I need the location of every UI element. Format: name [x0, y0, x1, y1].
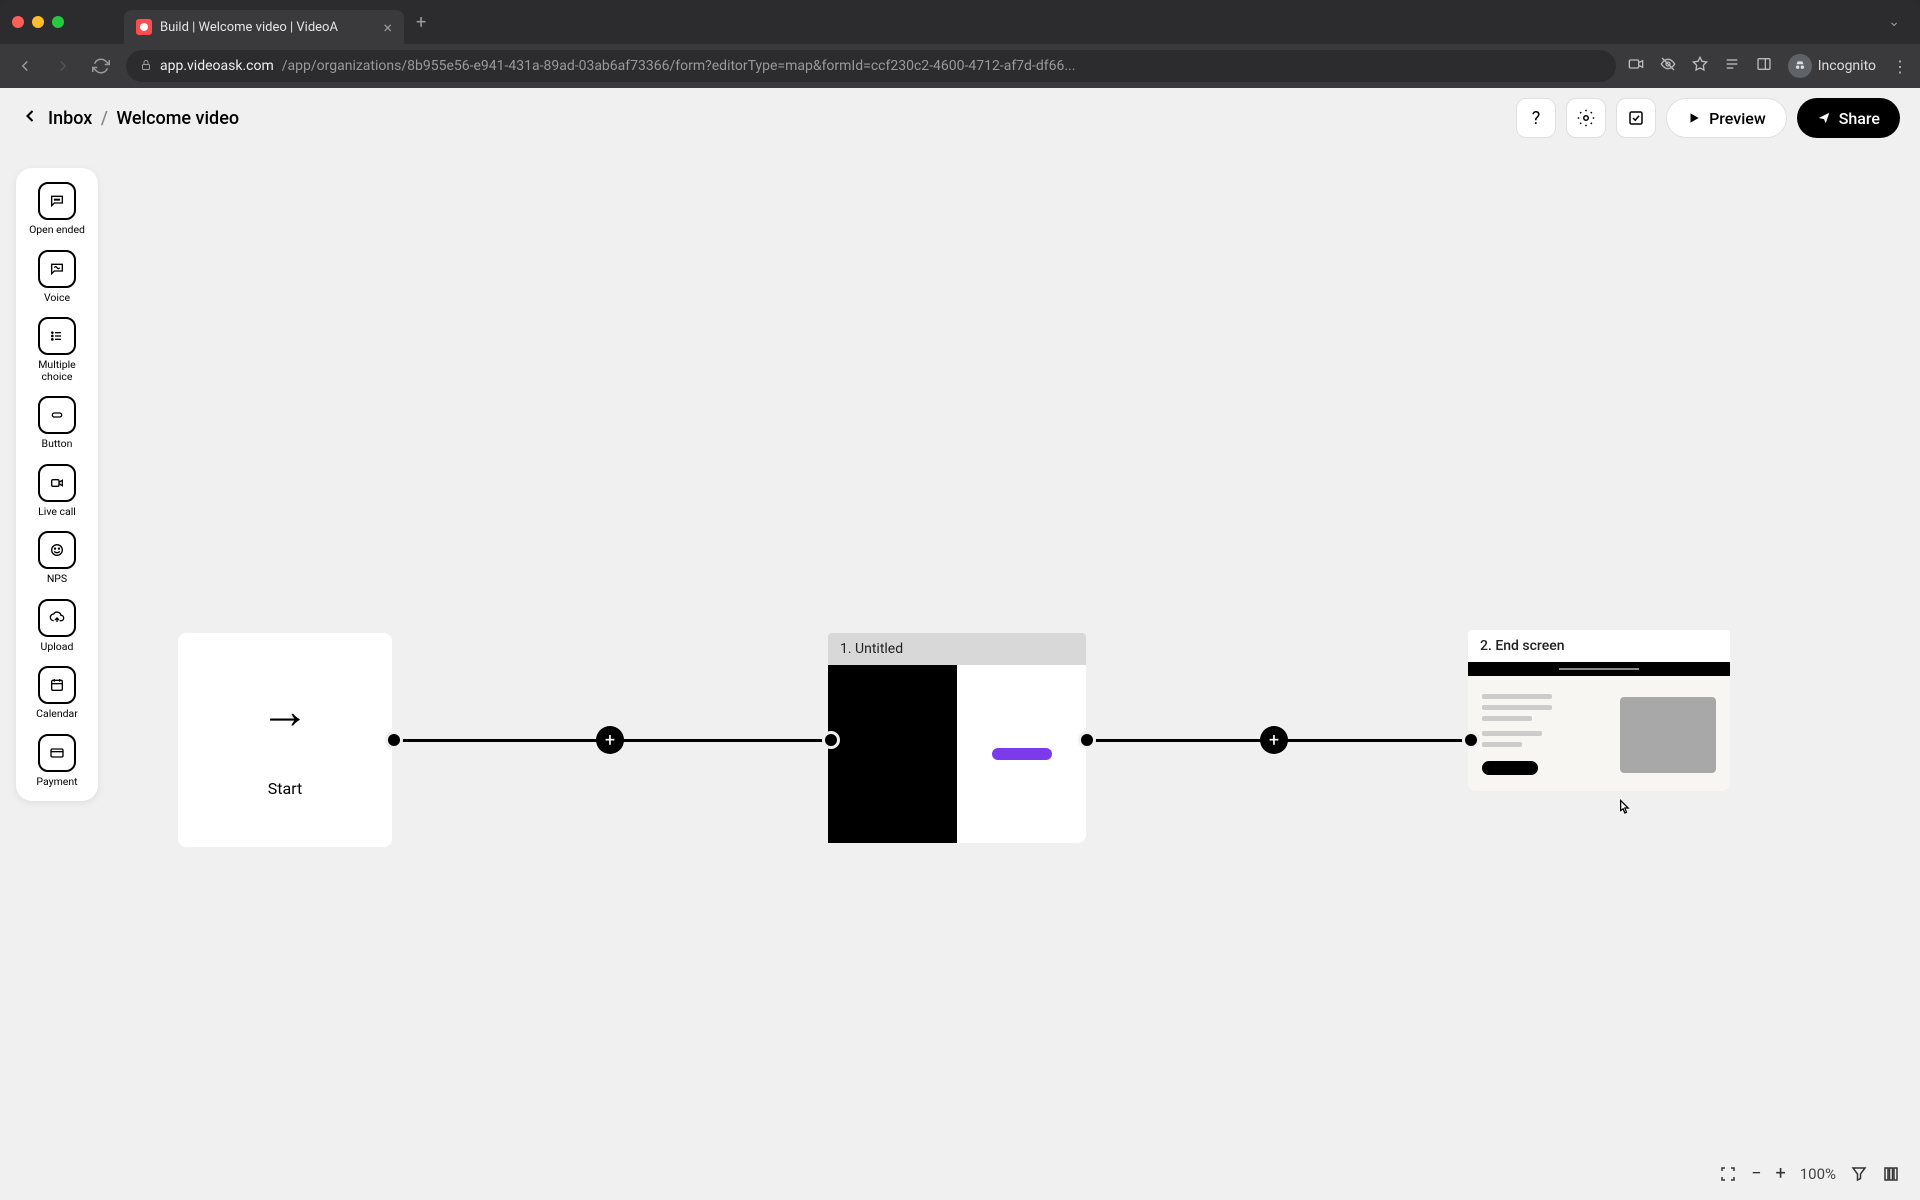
output-port[interactable]: [1078, 731, 1096, 749]
input-port[interactable]: [822, 731, 840, 749]
cursor-pointer-icon: [1614, 798, 1634, 823]
eye-off-icon[interactable]: [1660, 56, 1676, 76]
add-step-button[interactable]: +: [596, 726, 624, 754]
app-viewport: Inbox / Welcome video ? Preview Share: [0, 88, 1920, 1200]
button-preview: [992, 748, 1052, 760]
address-bar[interactable]: app.videoask.com/app/organizations/8b955…: [126, 50, 1616, 82]
browser-toolbar: app.videoask.com/app/organizations/8b955…: [0, 44, 1920, 88]
filter-button[interactable]: [1850, 1165, 1868, 1183]
window-controls: [12, 16, 64, 28]
browser-tab[interactable]: Build | Welcome video | VideoA ×: [124, 10, 404, 44]
end-image-placeholder: [1620, 697, 1716, 773]
zoom-out-button[interactable]: −: [1751, 1163, 1761, 1184]
fit-view-button[interactable]: [1719, 1165, 1737, 1183]
maximize-window-button[interactable]: [52, 16, 64, 28]
minimize-window-button[interactable]: [32, 16, 44, 28]
toolbar-actions: Incognito ⋮: [1628, 54, 1908, 78]
tab-strip: Build | Welcome video | VideoA × +: [124, 0, 426, 44]
arrow-right-icon: →: [260, 682, 310, 741]
reload-button[interactable]: [88, 53, 114, 79]
cta-preview: [1482, 761, 1538, 775]
video-thumbnail: [828, 665, 957, 843]
tab-list-dropdown[interactable]: ⌄: [1880, 14, 1908, 30]
back-button[interactable]: [12, 53, 38, 79]
add-step-button[interactable]: +: [1260, 726, 1288, 754]
lock-icon: [140, 59, 152, 74]
end-screen-node[interactable]: 2. End screen: [1468, 630, 1730, 791]
end-text-placeholder: [1482, 694, 1606, 775]
camera-icon[interactable]: [1628, 56, 1644, 76]
browser-tab-bar: Build | Welcome video | VideoA × + ⌄: [0, 0, 1920, 44]
flow-canvas[interactable]: + + → Start 1. Untitled 2. End screen: [0, 88, 1920, 1200]
zoom-level: 100%: [1800, 1165, 1836, 1183]
zoom-controls: − + 100%: [1719, 1163, 1900, 1184]
bookmark-star-icon[interactable]: [1692, 56, 1708, 76]
tab-title: Build | Welcome video | VideoA: [160, 20, 338, 35]
step-title: 1. Untitled: [828, 633, 1086, 665]
step-title: 2. End screen: [1468, 630, 1730, 662]
answer-preview: [957, 665, 1086, 843]
incognito-label: Incognito: [1818, 58, 1876, 74]
layout-button[interactable]: [1882, 1165, 1900, 1183]
end-topbar: [1468, 662, 1730, 676]
incognito-indicator[interactable]: Incognito: [1788, 54, 1876, 78]
step-node-1[interactable]: 1. Untitled: [828, 633, 1086, 843]
close-window-button[interactable]: [12, 16, 24, 28]
incognito-icon: [1788, 54, 1812, 78]
favicon: [136, 19, 152, 35]
input-port[interactable]: [1462, 731, 1480, 749]
zoom-in-button[interactable]: +: [1776, 1163, 1786, 1184]
start-label: Start: [268, 779, 302, 798]
menu-icon[interactable]: ⋮: [1892, 57, 1908, 76]
reading-list-icon[interactable]: [1724, 56, 1740, 76]
end-preview: [1468, 676, 1730, 791]
side-panel-icon[interactable]: [1756, 56, 1772, 76]
forward-button[interactable]: [50, 53, 76, 79]
url-domain: app.videoask.com: [160, 58, 274, 74]
close-tab-button[interactable]: ×: [383, 18, 392, 37]
step-preview: [828, 665, 1086, 843]
output-port[interactable]: [385, 731, 403, 749]
url-path: /app/organizations/8b955e56-e941-431a-89…: [282, 58, 1076, 74]
start-node[interactable]: → Start: [178, 633, 392, 847]
new-tab-button[interactable]: +: [416, 12, 426, 33]
